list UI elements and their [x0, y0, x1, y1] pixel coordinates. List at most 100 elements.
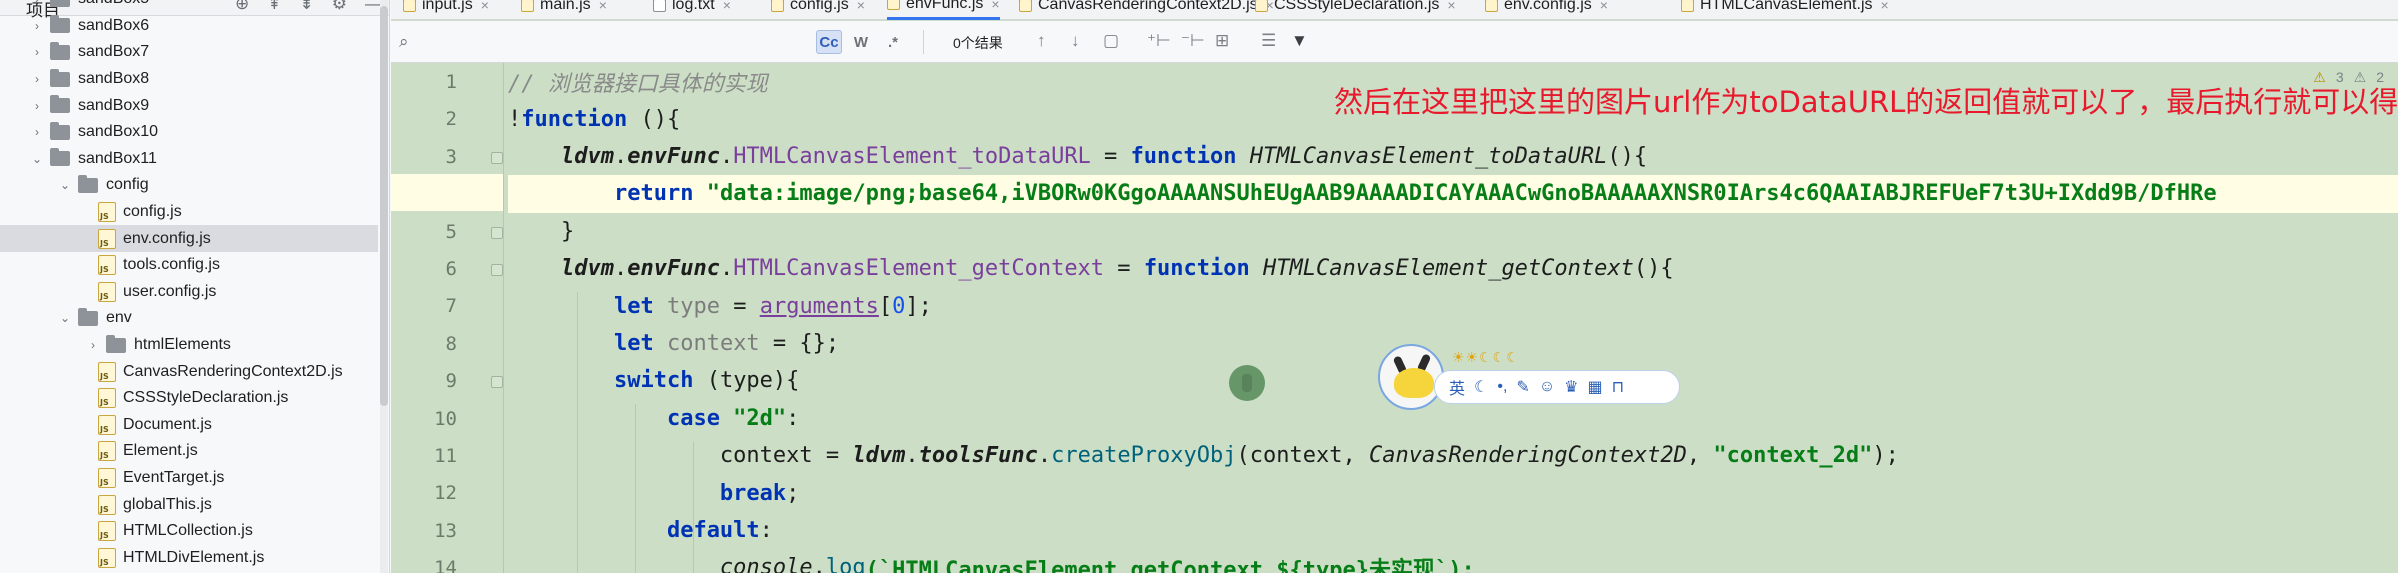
tree-file[interactable]: JS Document.js: [0, 412, 378, 439]
close-icon[interactable]: ×: [1447, 0, 1455, 13]
code-line-7: let type = arguments[0];: [508, 287, 2398, 324]
tree-folder[interactable]: › sandBox10: [0, 119, 378, 146]
tree-file[interactable]: JS HTMLDivElement.js: [0, 545, 378, 572]
search-icon[interactable]: ⌕: [399, 32, 409, 52]
project-scrollbar-thumb[interactable]: [380, 6, 388, 406]
chevron-right-icon[interactable]: ›: [30, 125, 44, 139]
code-token: :: [759, 517, 773, 543]
editor-tab[interactable]: CSSStyleDeclaration.js ×: [1255, 0, 1456, 20]
filter-icon[interactable]: ▼: [1291, 31, 1308, 51]
close-icon[interactable]: ×: [481, 0, 489, 13]
tree-file[interactable]: JS globalThis.js: [0, 491, 378, 518]
tree-folder[interactable]: › sandBox7: [0, 39, 378, 66]
chevron-down-icon[interactable]: ⌄: [58, 311, 72, 325]
add-selection-icon[interactable]: ⁺⊢: [1147, 31, 1171, 51]
skin-icon[interactable]: ♛: [1564, 377, 1578, 397]
close-icon[interactable]: ×: [1881, 0, 1889, 13]
js-file-icon: JS: [98, 414, 116, 435]
folder-icon: [50, 148, 70, 167]
code-object: ldvm: [560, 143, 614, 169]
tree-file[interactable]: JS Element.js: [0, 438, 378, 465]
close-icon[interactable]: ×: [991, 0, 999, 12]
tree-file[interactable]: JS EventTarget.js: [0, 465, 378, 492]
chevron-right-icon[interactable]: ›: [86, 338, 100, 352]
editor-tab[interactable]: envFunc.js ×: [887, 0, 1000, 20]
chevron-right-icon[interactable]: ›: [30, 0, 44, 6]
tree-file[interactable]: JS HTMLCollection.js: [0, 518, 378, 545]
editor-tab[interactable]: input.js ×: [403, 0, 489, 20]
folder-icon: [50, 121, 70, 140]
editor-tab[interactable]: env.config.js ×: [1485, 0, 1608, 20]
gutter-separator: [503, 63, 504, 573]
moon-icon[interactable]: ☾: [1474, 377, 1488, 397]
folder-icon: [50, 15, 70, 34]
fold-marker-icon[interactable]: [491, 264, 503, 276]
current-line-gutter-highlight: [391, 174, 503, 212]
tree-file[interactable]: JS config.js: [0, 199, 378, 226]
editor-tab[interactable]: HTMLCanvasElement.js ×: [1681, 0, 1889, 20]
match-case-toggle[interactable]: Cc: [816, 30, 842, 54]
tree-folder[interactable]: ⌄ env: [0, 305, 378, 332]
chevron-right-icon[interactable]: ›: [30, 45, 44, 59]
tree-folder[interactable]: › sandBox5: [0, 0, 378, 13]
editor-tab[interactable]: config.js ×: [771, 0, 865, 20]
tree-folder[interactable]: › htmlElements: [0, 332, 378, 359]
code-object: envFunc: [627, 256, 720, 282]
chevron-down-icon[interactable]: ⌄: [58, 178, 72, 192]
filter-options-icon[interactable]: ☰: [1261, 31, 1276, 51]
tree-file[interactable]: JS CanvasRenderingContext2D.js: [0, 358, 378, 385]
wrench-icon[interactable]: ✎: [1516, 377, 1529, 397]
lock-icon[interactable]: ⊓: [1612, 377, 1624, 397]
editor-tab[interactable]: log.txt ×: [653, 0, 731, 20]
tab-label: config.js: [790, 0, 849, 13]
ime-toolbar[interactable]: ☀☀☾☾☾ 英 ☾ •, ✎ ☺ ♛ ▦ ⊓: [1378, 344, 1683, 410]
code-object: envFunc: [627, 143, 720, 169]
tree-item-label: CSSStyleDeclaration.js: [123, 389, 289, 407]
tree-folder[interactable]: › sandBox9: [0, 92, 378, 119]
chevron-down-icon[interactable]: ⌄: [30, 152, 44, 166]
grid-icon[interactable]: ▦: [1588, 377, 1603, 397]
next-occurrence-icon[interactable]: ↓: [1071, 31, 1080, 51]
tree-file[interactable]: JS CSSStyleDeclaration.js: [0, 385, 378, 412]
whole-word-toggle[interactable]: W: [848, 30, 874, 54]
tree-file[interactable]: JS user.config.js: [0, 279, 378, 306]
close-icon[interactable]: ×: [1600, 0, 1608, 13]
tree-item-label: CanvasRenderingContext2D.js: [123, 362, 343, 380]
regex-toggle[interactable]: .*: [880, 30, 906, 54]
tree-file[interactable]: JS env.config.js: [0, 225, 378, 252]
open-in-window-icon[interactable]: ▢: [1103, 31, 1119, 51]
tree-folder[interactable]: › sandBox6: [0, 13, 378, 40]
js-file-icon: JS: [98, 388, 116, 409]
code-token: (context,: [1236, 443, 1369, 469]
inspection-widget[interactable]: ⚠ 3 ⚠ 2: [2313, 69, 2384, 86]
tree-folder[interactable]: ⌄ sandBox11: [0, 146, 378, 173]
close-icon[interactable]: ×: [857, 0, 865, 13]
ime-avatar[interactable]: [1378, 344, 1444, 410]
ime-mode-label[interactable]: 英: [1449, 375, 1465, 399]
js-file-icon: [1255, 0, 1268, 12]
line-number: 5: [445, 220, 457, 243]
emoji-icon[interactable]: ☺: [1539, 378, 1555, 396]
close-icon[interactable]: ×: [599, 0, 607, 13]
fold-marker-icon[interactable]: [491, 376, 503, 389]
tree-folder[interactable]: ⌄ config: [0, 172, 378, 199]
editor-tab[interactable]: main.js ×: [521, 0, 607, 20]
chevron-right-icon[interactable]: ›: [30, 72, 44, 86]
editor-tab[interactable]: CanvasRenderingContext2D.js ×: [1019, 0, 1274, 20]
punctuation-icon[interactable]: •,: [1497, 378, 1507, 396]
tree-item-label: HTMLCollection.js: [123, 522, 253, 540]
tree-file[interactable]: JS tools.config.js: [0, 252, 378, 279]
js-file-icon: [1019, 0, 1032, 12]
tree-folder[interactable]: › sandBox8: [0, 66, 378, 93]
code-variable: context: [653, 330, 760, 356]
close-icon[interactable]: ×: [723, 0, 731, 13]
remove-selection-icon[interactable]: ⁻⊢: [1181, 31, 1205, 51]
select-all-occurrences-icon[interactable]: ⊞: [1215, 31, 1229, 51]
chevron-right-icon[interactable]: ›: [30, 99, 44, 113]
previous-occurrence-icon[interactable]: ↑: [1037, 31, 1046, 51]
chevron-right-icon[interactable]: ›: [30, 19, 44, 33]
fold-marker-icon[interactable]: [491, 151, 503, 164]
find-result-count: 0个结果: [953, 35, 1003, 51]
fold-marker-icon[interactable]: [491, 226, 503, 239]
editor-tab-bar: input.js × main.js × log.txt × config.js × envFu…: [391, 0, 2398, 20]
